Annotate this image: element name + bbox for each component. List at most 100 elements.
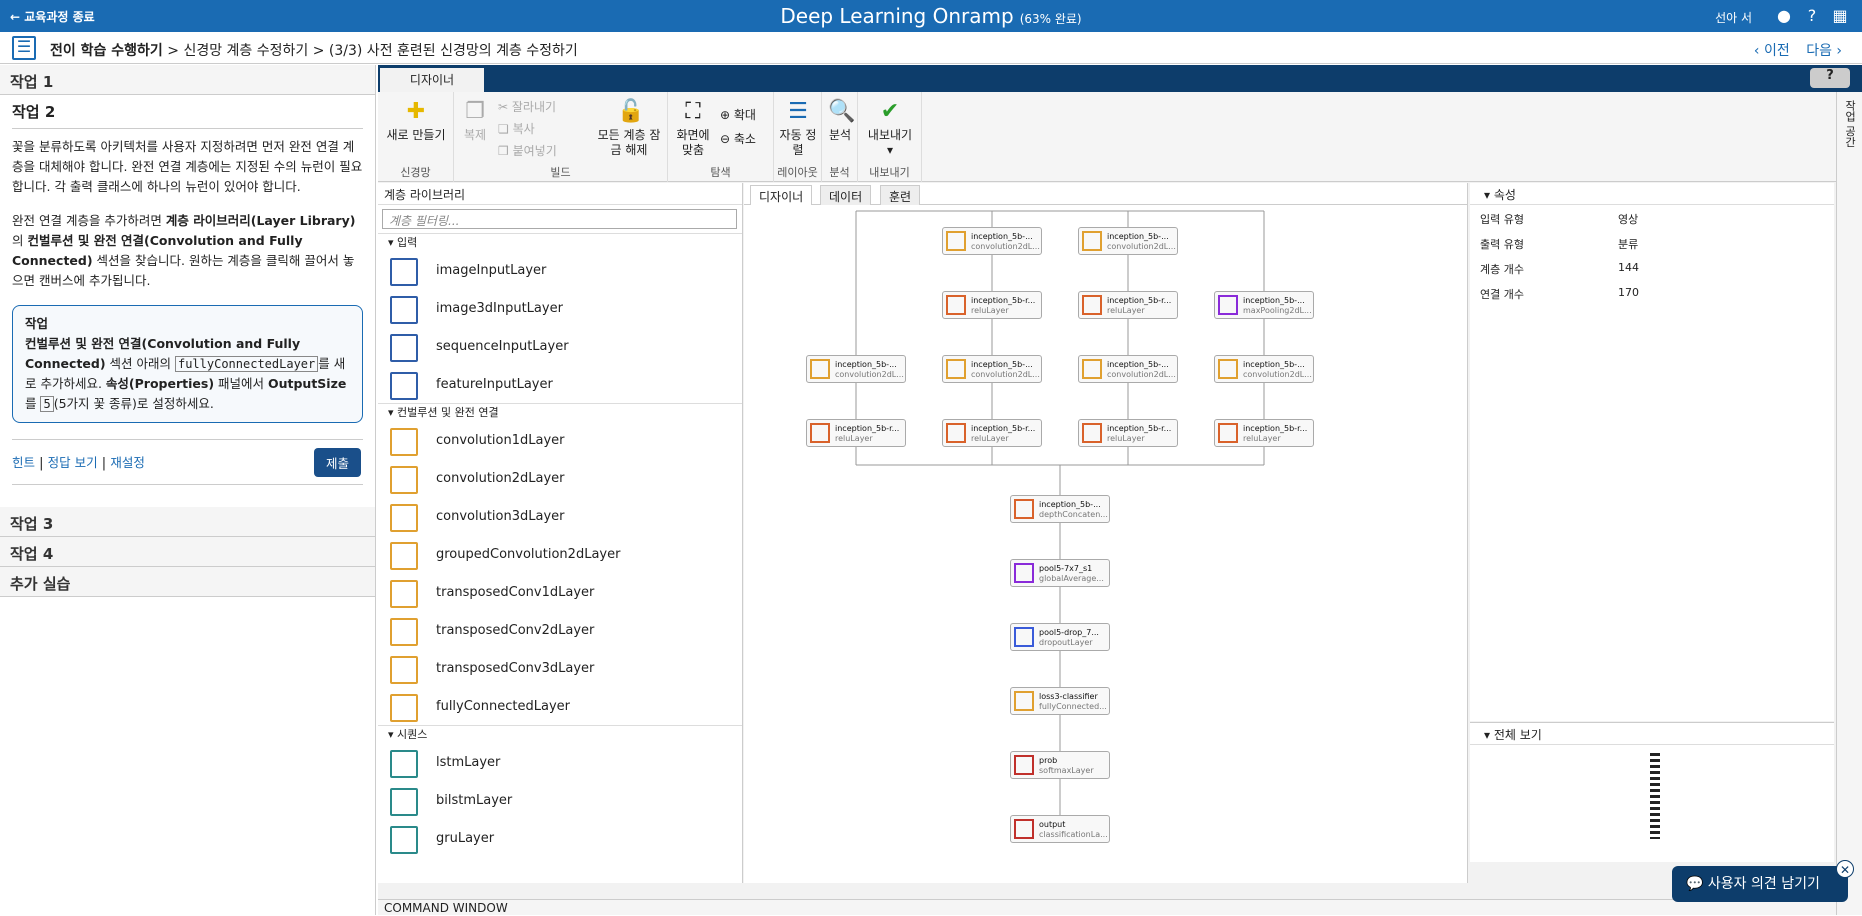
graph-node[interactable]: inception_5b-r... reluLayer: [1078, 419, 1178, 447]
library-layer[interactable]: bilstmLayer: [378, 781, 742, 819]
auto-arrange-button[interactable]: ☰ 자동 정렬: [778, 100, 818, 158]
graph-node[interactable]: inception_5b-r... reluLayer: [942, 291, 1042, 319]
page-nav: ‹ 이전 다음 ›: [1742, 40, 1842, 60]
copy-button[interactable]: ❏ 복사: [498, 120, 535, 137]
network-canvas[interactable]: 디자이너 데이터 훈련 inception_5b-... convolution2…: [744, 183, 1468, 883]
analyze-button[interactable]: 🔍 분석: [824, 100, 856, 143]
node-icon: [1014, 755, 1034, 775]
library-layer[interactable]: convolution1dLayer: [378, 421, 742, 459]
next-button[interactable]: 다음 ›: [1806, 43, 1842, 59]
overview-title: ▾ 전체 보기: [1470, 723, 1834, 745]
graph-node[interactable]: pool5-7x7_s1 globalAverage...: [1010, 559, 1110, 587]
show-answer-link[interactable]: 정답 보기: [48, 455, 98, 470]
feedback-button[interactable]: 💬 사용자 의견 남기기 ✕: [1672, 860, 1854, 902]
layer-icon: [390, 694, 418, 722]
library-layer[interactable]: transposedConv1dLayer: [378, 573, 742, 611]
tab-data[interactable]: 데이터: [820, 185, 872, 205]
library-layer[interactable]: convolution3dLayer: [378, 497, 742, 535]
node-type: maxPooling2dL...: [1243, 306, 1312, 315]
graph-node[interactable]: prob softmaxLayer: [1010, 751, 1110, 779]
user-icon[interactable]: ●: [1774, 6, 1794, 26]
apps-grid-icon[interactable]: ▦: [1830, 6, 1850, 26]
tab-canvas-designer[interactable]: 디자이너: [750, 185, 813, 205]
workspace-strip[interactable]: 작업 공간: [1836, 92, 1862, 915]
graph-node[interactable]: inception_5b-... depthConcaten...: [1010, 495, 1110, 523]
graph-node[interactable]: inception_5b-... convolution2dL...: [1078, 227, 1178, 255]
node-type: fullyConnected...: [1039, 702, 1107, 711]
unlock-icon: 🔓: [617, 99, 645, 124]
graph-node[interactable]: output classificationLa...: [1010, 815, 1110, 843]
cut-button[interactable]: ✂ 잘라내기: [498, 98, 556, 115]
layer-icon: [390, 542, 418, 570]
breadcrumb-bar: ☰ 전이 학습 수행하기 > 신경망 계층 수정하기 > (3/3) 사전 훈련…: [0, 32, 1862, 64]
group-build: ❐ 복제 ✂ 잘라내기 ❏ 복사 ❒ 붙여넣기 🔓 모든 계층 잠금 해제 빌드: [454, 92, 668, 182]
graph-node[interactable]: inception_5b-r... reluLayer: [1078, 291, 1178, 319]
new-button[interactable]: ✚ 새로 만들기: [382, 100, 450, 143]
graph-node[interactable]: inception_5b-... maxPooling2dL...: [1214, 291, 1314, 319]
library-layer[interactable]: fullyConnectedLayer: [378, 687, 742, 725]
fit-to-view-button[interactable]: ⛶ 화면에 맞춤: [670, 100, 716, 158]
unlock-all-button[interactable]: 🔓 모든 계층 잠금 해제: [594, 100, 664, 158]
layer-name: bilstmLayer: [436, 793, 513, 808]
node-type: classificationLa...: [1039, 830, 1108, 839]
submit-button[interactable]: 제출: [313, 448, 361, 477]
node-type: reluLayer: [1107, 306, 1145, 315]
library-layer[interactable]: transposedConv3dLayer: [378, 649, 742, 687]
layer-icon: [390, 504, 418, 532]
user-name[interactable]: 선아 서: [1715, 9, 1752, 26]
graph-node[interactable]: inception_5b-... convolution2dL...: [1214, 355, 1314, 383]
graph-node[interactable]: inception_5b-r... reluLayer: [1214, 419, 1314, 447]
category-input[interactable]: ▾ 입력: [378, 233, 742, 251]
graph-node[interactable]: pool5-drop_7... dropoutLayer: [1010, 623, 1110, 651]
zoom-in-button[interactable]: ⊕ 확대: [720, 106, 756, 123]
library-layer[interactable]: image3dInputLayer: [378, 289, 742, 327]
export-button[interactable]: ✔ 내보내기 ▾: [860, 100, 920, 158]
library-layer[interactable]: imageInputLayer: [378, 251, 742, 289]
category-sequence[interactable]: ▾ 시퀀스: [378, 725, 742, 743]
extra-practice-header[interactable]: 추가 실습: [0, 567, 375, 597]
hint-link[interactable]: 힌트: [12, 455, 35, 470]
category-conv[interactable]: ▾ 컨벌루션 및 완전 연결: [378, 403, 742, 421]
zoom-out-button[interactable]: ⊖ 축소: [720, 130, 756, 147]
command-window-bar[interactable]: COMMAND WINDOW: [378, 899, 1836, 915]
graph-node[interactable]: inception_5b-... convolution2dL...: [942, 355, 1042, 383]
graph-node[interactable]: loss3-classifier fullyConnected...: [1010, 687, 1110, 715]
graph-node[interactable]: inception_5b-r... reluLayer: [942, 419, 1042, 447]
help-icon[interactable]: ?: [1802, 6, 1822, 26]
graph-node[interactable]: inception_5b-r... reluLayer: [806, 419, 906, 447]
paste-button[interactable]: ❒ 붙여넣기: [498, 142, 557, 159]
task-instructions: 완전 연결 계층을 추가하려면 계층 라이브러리(Layer Library)의…: [12, 213, 356, 288]
node-title: inception_5b-r...: [1107, 424, 1172, 433]
fit-icon: ⛶: [685, 99, 701, 124]
library-layer[interactable]: convolution2dLayer: [378, 459, 742, 497]
menu-icon[interactable]: ☰: [12, 36, 36, 60]
overview-minimap[interactable]: [1650, 753, 1660, 839]
tab-training[interactable]: 훈련: [880, 185, 921, 205]
app-help-button[interactable]: ?: [1810, 68, 1850, 88]
graph-node[interactable]: inception_5b-... convolution2dL...: [806, 355, 906, 383]
library-layer[interactable]: lstmLayer: [378, 743, 742, 781]
layer-filter-input[interactable]: 계층 필터링...: [382, 209, 737, 229]
reset-link[interactable]: 재설정: [110, 455, 145, 470]
prev-button[interactable]: ‹ 이전: [1754, 43, 1790, 59]
graph-node[interactable]: inception_5b-... convolution2dL...: [1078, 355, 1178, 383]
layer-name: groupedConvolution2dLayer: [436, 547, 621, 562]
tab-designer[interactable]: 디자이너: [380, 68, 484, 92]
library-layer[interactable]: transposedConv2dLayer: [378, 611, 742, 649]
library-layer[interactable]: gruLayer: [378, 819, 742, 857]
breadcrumb-1[interactable]: 전이 학습 수행하기: [50, 43, 163, 59]
node-icon: [1218, 295, 1238, 315]
close-icon[interactable]: ✕: [1836, 860, 1854, 878]
library-layer[interactable]: featureInputLayer: [378, 365, 742, 403]
library-layer[interactable]: groupedConvolution2dLayer: [378, 535, 742, 573]
graph-node[interactable]: inception_5b-... convolution2dL...: [942, 227, 1042, 255]
layer-library: 계층 라이브러리 계층 필터링... ▾ 입력 imageInputLayer i…: [378, 183, 743, 883]
task-4-header[interactable]: 작업 4: [0, 537, 375, 567]
node-icon: [1218, 423, 1238, 443]
duplicate-button[interactable]: ❐ 복제: [458, 100, 492, 143]
breadcrumb-2[interactable]: 신경망 계층 수정하기: [183, 43, 308, 59]
task-3-header[interactable]: 작업 3: [0, 507, 375, 537]
task-1-header[interactable]: 작업 1: [0, 65, 375, 95]
library-layer[interactable]: sequenceInputLayer: [378, 327, 742, 365]
layer-icon: [390, 750, 418, 778]
